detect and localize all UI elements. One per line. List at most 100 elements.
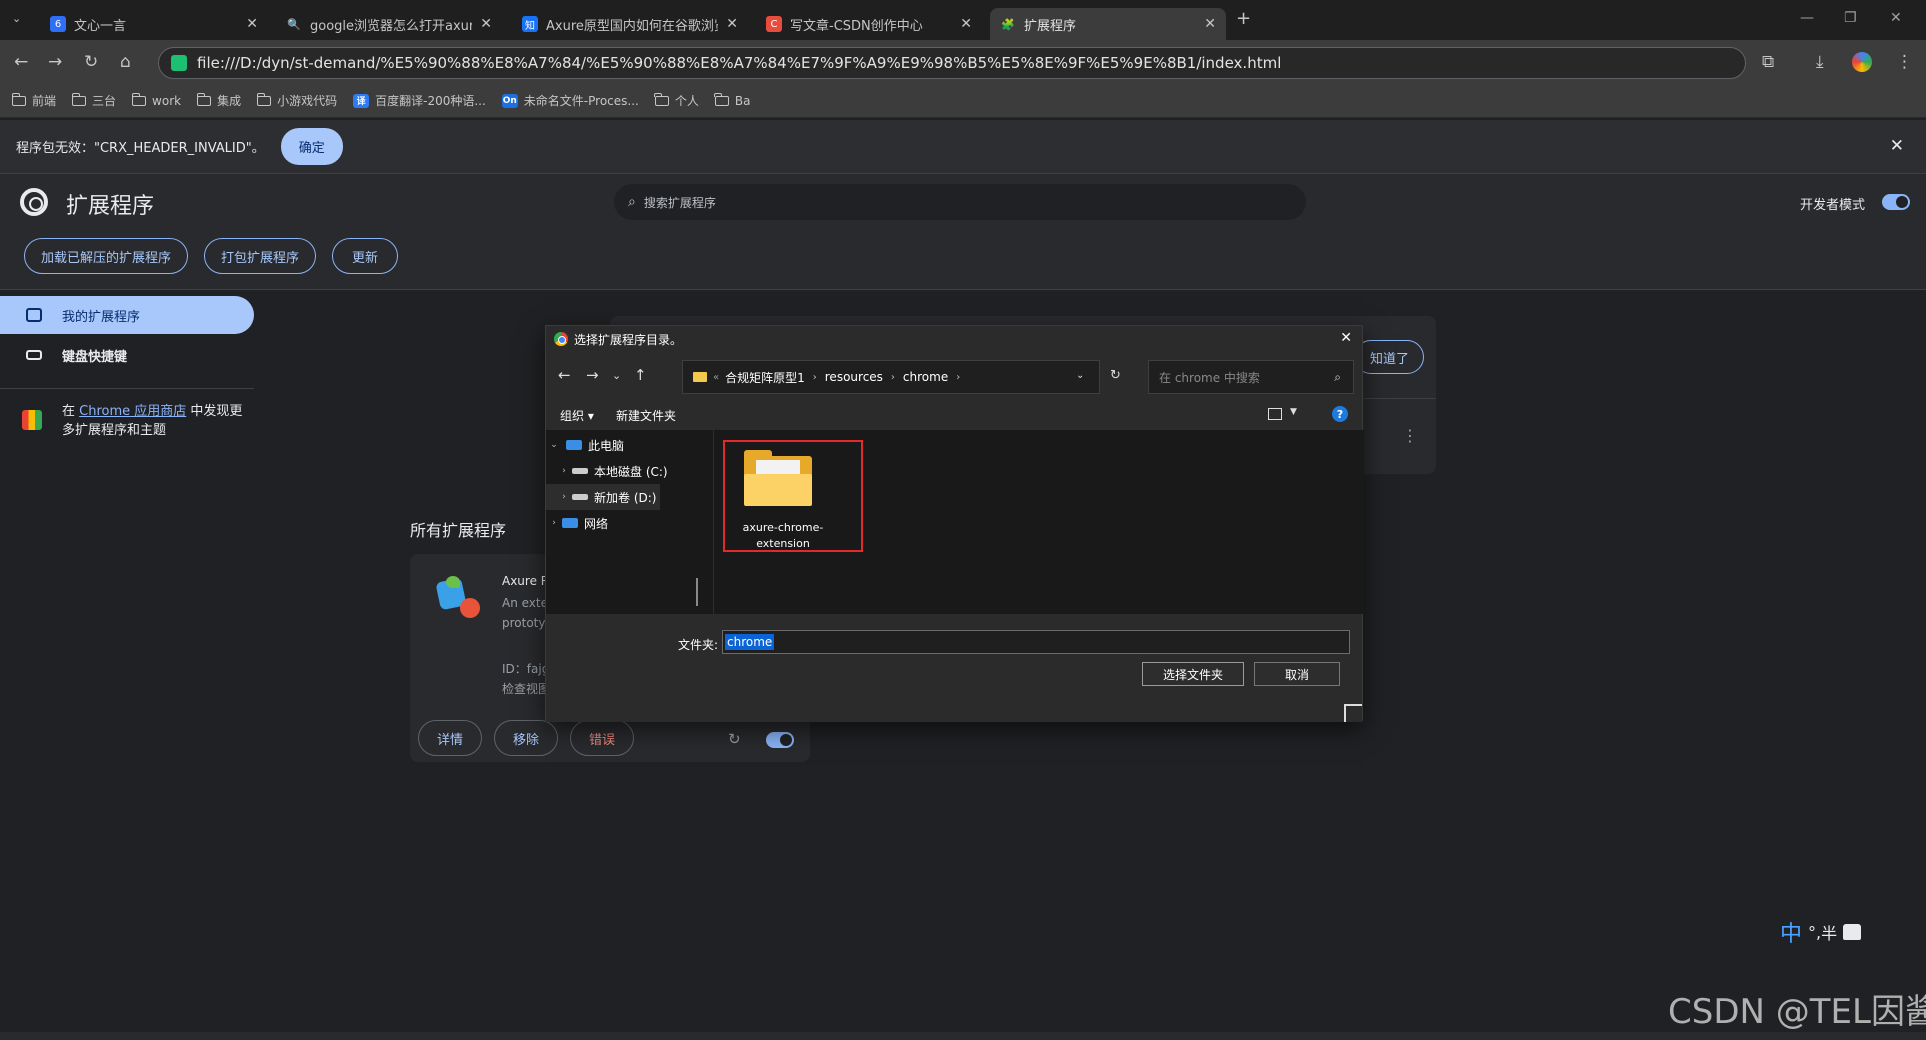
breadcrumb-item[interactable]: 合规矩阵原型1 [725, 369, 805, 386]
site-info-icon[interactable] [171, 55, 187, 71]
more-icon[interactable]: ⋮ [1402, 426, 1418, 445]
bookmark-folder-minigame[interactable]: 小游戏代码 [256, 92, 337, 109]
search-placeholder: 搜索扩展程序 [643, 195, 716, 210]
forward-icon[interactable]: → [48, 52, 62, 72]
chevron-right-icon[interactable]: › [956, 372, 960, 383]
errors-button[interactable]: 错误 [570, 720, 634, 756]
window-close-icon[interactable]: ✕ [1890, 10, 1902, 26]
folder-name-input[interactable]: chrome [722, 630, 1350, 654]
chrome-logo-icon [20, 188, 48, 216]
bookmark-processon[interactable]: On 未命名文件-Proces... [501, 92, 639, 109]
tree-item-drive-d[interactable]: › 新加卷 (D:) [546, 484, 660, 510]
bookmark-folder-ba[interactable]: Ba [714, 92, 750, 108]
close-icon[interactable]: ✕ [1890, 136, 1904, 156]
help-icon[interactable]: ? [1332, 406, 1348, 422]
tab-wenxin[interactable]: 6 文心一言 ✕ [40, 8, 268, 40]
sidebar-item-my-extensions[interactable]: 我的扩展程序 [0, 296, 254, 334]
ime-width: 半 [1821, 924, 1838, 943]
infobar-ok-button[interactable]: 确定 [280, 128, 343, 165]
back-icon[interactable]: ← [14, 52, 28, 72]
close-icon[interactable]: ✕ [246, 16, 258, 32]
close-icon[interactable]: ✕ [1340, 330, 1352, 346]
chevron-down-icon[interactable]: ⌄ [1076, 370, 1084, 381]
tree-item-network[interactable]: › 网络 [546, 510, 714, 536]
infobar-message: 程序包无效："CRX_HEADER_INVALID"。 [16, 141, 265, 156]
close-icon[interactable]: ✕ [726, 16, 738, 32]
tab-search-icon[interactable]: ⌄ [12, 12, 21, 25]
search-input[interactable]: ⌕ 搜索扩展程序 [614, 184, 1306, 220]
select-folder-button[interactable]: 选择文件夹 [1142, 662, 1244, 686]
resize-grip[interactable] [1344, 704, 1362, 722]
puzzle-icon: 🧩 [1001, 17, 1015, 31]
update-button[interactable]: 更新 [332, 238, 398, 274]
home-icon[interactable]: ⌂ [120, 52, 131, 72]
avatar[interactable] [1852, 52, 1872, 72]
remove-button[interactable]: 移除 [494, 720, 558, 756]
sidebar-item-keyboard-shortcuts[interactable]: 键盘快捷键 [0, 336, 254, 374]
bookmark-folder-integration[interactable]: 集成 [196, 92, 241, 109]
reload-icon[interactable]: ↻ [728, 730, 741, 748]
download-icon[interactable]: ⤓ [1816, 52, 1824, 72]
tree-scrollbar[interactable] [696, 578, 698, 606]
address-bar[interactable]: file:///D:/dyn/st-demand/%E5%90%88%E8%A7… [158, 47, 1746, 79]
folder-search-input[interactable]: 在 chrome 中搜索 ⌕ [1148, 360, 1354, 394]
dev-mode-label: 开发者模式 [1800, 198, 1866, 213]
ime-indicator[interactable]: 中 °, 半 [1780, 918, 1890, 947]
tab-google-axure[interactable]: 🔍 google浏览器怎么打开axure的原型 ✕ [276, 8, 502, 40]
tree-item-drive-c[interactable]: › 本地磁盘 (C:) [546, 458, 714, 484]
breadcrumb-item[interactable]: resources [825, 370, 883, 384]
got-it-button[interactable]: 知道了 [1354, 340, 1424, 374]
processon-icon: On [501, 93, 518, 108]
chevron-right-icon[interactable]: › [556, 466, 572, 476]
folder-field-label: 文件夹: [678, 638, 719, 652]
translate-icon: 译 [353, 93, 370, 108]
extension-enable-toggle[interactable] [766, 732, 794, 748]
chevron-down-icon[interactable]: ▼ [1290, 407, 1297, 417]
back-icon[interactable]: ← [558, 366, 571, 384]
view-mode-icon[interactable] [1268, 408, 1282, 420]
page-title: 扩展程序 [66, 194, 155, 219]
chevron-right-icon[interactable]: › [556, 492, 572, 502]
chevron-right-icon[interactable]: › [546, 518, 562, 528]
path-breadcrumb[interactable]: « 合规矩阵原型1 › resources › chrome › [682, 360, 1100, 394]
details-button[interactable]: 详情 [418, 720, 482, 756]
chevron-down-icon[interactable]: ⌄ [546, 440, 562, 450]
extensions-icon[interactable]: ⧉ [1762, 52, 1774, 72]
tab-extensions[interactable]: 🧩 扩展程序 ✕ [990, 8, 1226, 40]
close-icon[interactable]: ✕ [480, 16, 492, 32]
load-unpacked-button[interactable]: 加载已解压的扩展程序 [24, 238, 188, 274]
up-icon[interactable]: ↑ [634, 366, 647, 384]
bookmark-folder-santai[interactable]: 三台 [71, 92, 116, 109]
close-icon[interactable]: ✕ [960, 16, 972, 32]
bookmark-folder-personal[interactable]: 个人 [654, 92, 699, 109]
webstore-icon [22, 410, 42, 430]
breadcrumb-item[interactable]: chrome [903, 370, 948, 384]
bookmark-folder-frontend[interactable]: 前端 [11, 92, 56, 109]
new-tab-icon[interactable]: + [1236, 8, 1251, 29]
cancel-button[interactable]: 取消 [1254, 662, 1340, 686]
dev-mode-toggle[interactable] [1882, 194, 1910, 210]
recent-dropdown-icon[interactable]: ⌄ [612, 369, 621, 382]
chevron-right-icon[interactable]: › [891, 372, 895, 383]
tab-strip: ⌄ 6 文心一言 ✕ 🔍 google浏览器怎么打开axure的原型 ✕ 知 A… [0, 0, 1926, 40]
menu-icon[interactable]: ⋮ [1896, 52, 1913, 72]
forward-icon[interactable]: → [586, 366, 599, 384]
chevron-right-icon[interactable]: › [813, 372, 817, 383]
new-folder-button[interactable]: 新建文件夹 [616, 407, 676, 424]
organize-menu[interactable]: 组织 ▾ [560, 407, 594, 424]
tab-csdn[interactable]: C 写文章-CSDN创作中心 ✕ [756, 8, 982, 40]
tab-zhihu-axure[interactable]: 知 Axure原型国内如何在谷歌浏览器打开 ✕ [512, 8, 748, 40]
overflow-icon[interactable]: « [713, 372, 719, 383]
drive-icon [572, 494, 588, 500]
folder-icon [131, 92, 147, 106]
refresh-icon[interactable]: ↻ [1110, 368, 1121, 383]
bookmark-folder-work[interactable]: work [131, 92, 181, 108]
minimize-icon[interactable]: — [1800, 10, 1814, 26]
bookmark-baidu-translate[interactable]: 译百度翻译-200种语... [353, 92, 486, 109]
tree-item-this-pc[interactable]: ⌄ 此电脑 [546, 432, 714, 458]
webstore-link[interactable]: Chrome 应用商店 [79, 404, 186, 419]
reload-icon[interactable]: ↻ [84, 52, 98, 72]
close-icon[interactable]: ✕ [1204, 16, 1216, 32]
restore-icon[interactable]: ❐ [1844, 10, 1857, 26]
pack-extension-button[interactable]: 打包扩展程序 [204, 238, 316, 274]
